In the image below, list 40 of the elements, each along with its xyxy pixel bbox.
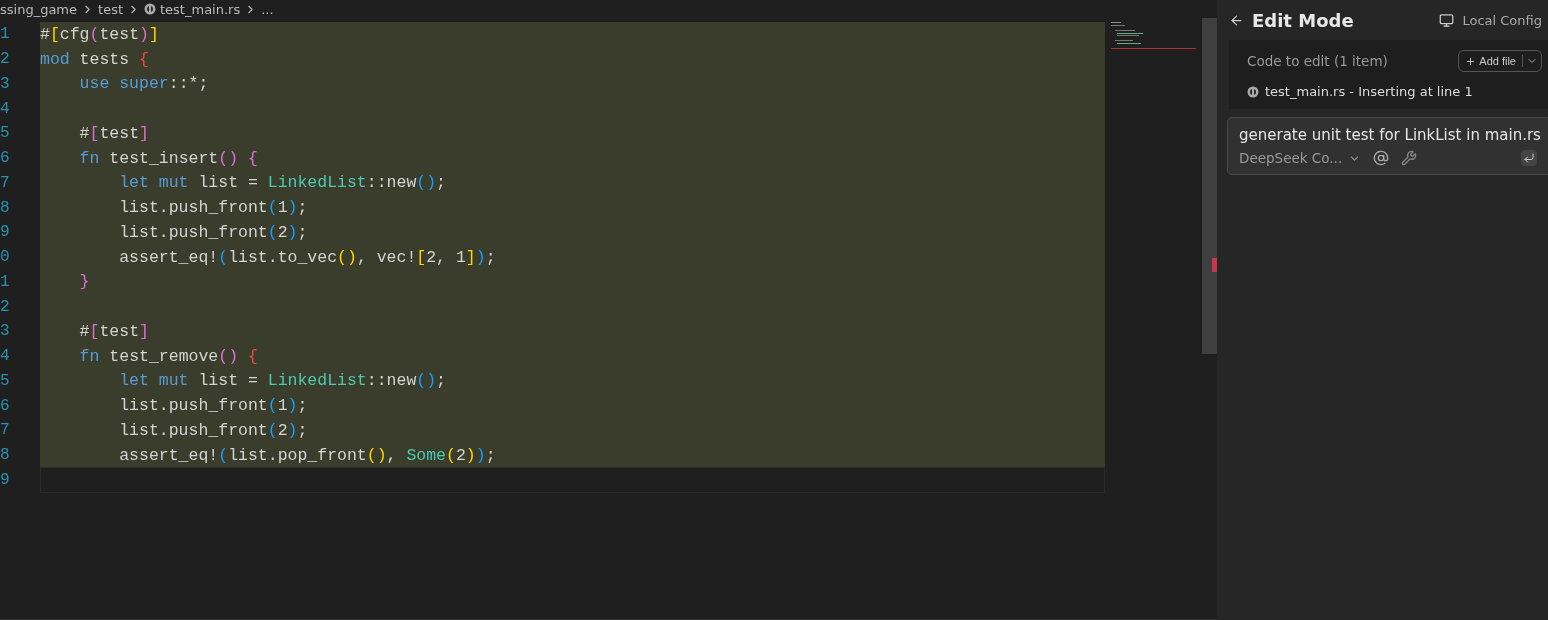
line-number: 4	[0, 347, 11, 366]
model-select[interactable]: DeepSeek Co...	[1239, 150, 1362, 166]
section-label: Code to edit (1 item)	[1247, 53, 1389, 69]
line-number: 8	[0, 198, 11, 217]
line-number: 5	[0, 124, 11, 143]
enter-icon	[1523, 152, 1535, 164]
line-number: 9	[0, 223, 11, 242]
scrollbar[interactable]	[1202, 18, 1217, 354]
line-number: 6	[0, 396, 11, 415]
line-number: 9	[0, 470, 11, 489]
breadcrumb-item[interactable]: test_main.rs	[160, 1, 241, 17]
breadcrumb-item[interactable]: test	[98, 1, 123, 17]
line-number: 8	[0, 446, 11, 465]
config-label[interactable]: Local Config	[1462, 12, 1542, 28]
back-icon[interactable]	[1229, 12, 1244, 28]
prompt-box[interactable]: generate unit test for LinkList in main.rs DeepSeek Co...	[1227, 117, 1548, 175]
line-number: 2	[0, 50, 11, 69]
file-icon	[1247, 85, 1259, 98]
monitor-icon	[1439, 12, 1455, 28]
plus-icon	[1465, 55, 1477, 67]
line-number: 0	[0, 248, 11, 267]
file-item[interactable]: test_main.rs - Inserting at line 1	[1265, 84, 1473, 99]
prompt-text: generate unit test for LinkList in main.rs	[1239, 126, 1541, 144]
breadcrumb-item[interactable]: ...	[261, 1, 274, 17]
line-number: 7	[0, 173, 11, 192]
panel-title: Edit Mode	[1252, 9, 1355, 31]
line-number: 3	[0, 322, 11, 341]
line-number: 1	[0, 25, 11, 44]
mention-icon[interactable]	[1373, 150, 1390, 166]
line-number: 6	[0, 149, 11, 168]
add-file-button[interactable]: Add file	[1459, 55, 1522, 67]
tools-icon[interactable]	[1401, 150, 1418, 166]
line-number: 4	[0, 99, 11, 118]
line-number: 1	[0, 272, 11, 291]
enter-button[interactable]	[1521, 150, 1537, 166]
line-number: 7	[0, 421, 11, 440]
breadcrumb-item[interactable]: ssing_game	[0, 1, 78, 17]
line-number: 2	[0, 297, 11, 316]
line-number: 3	[0, 74, 11, 93]
line-number: 5	[0, 371, 11, 390]
